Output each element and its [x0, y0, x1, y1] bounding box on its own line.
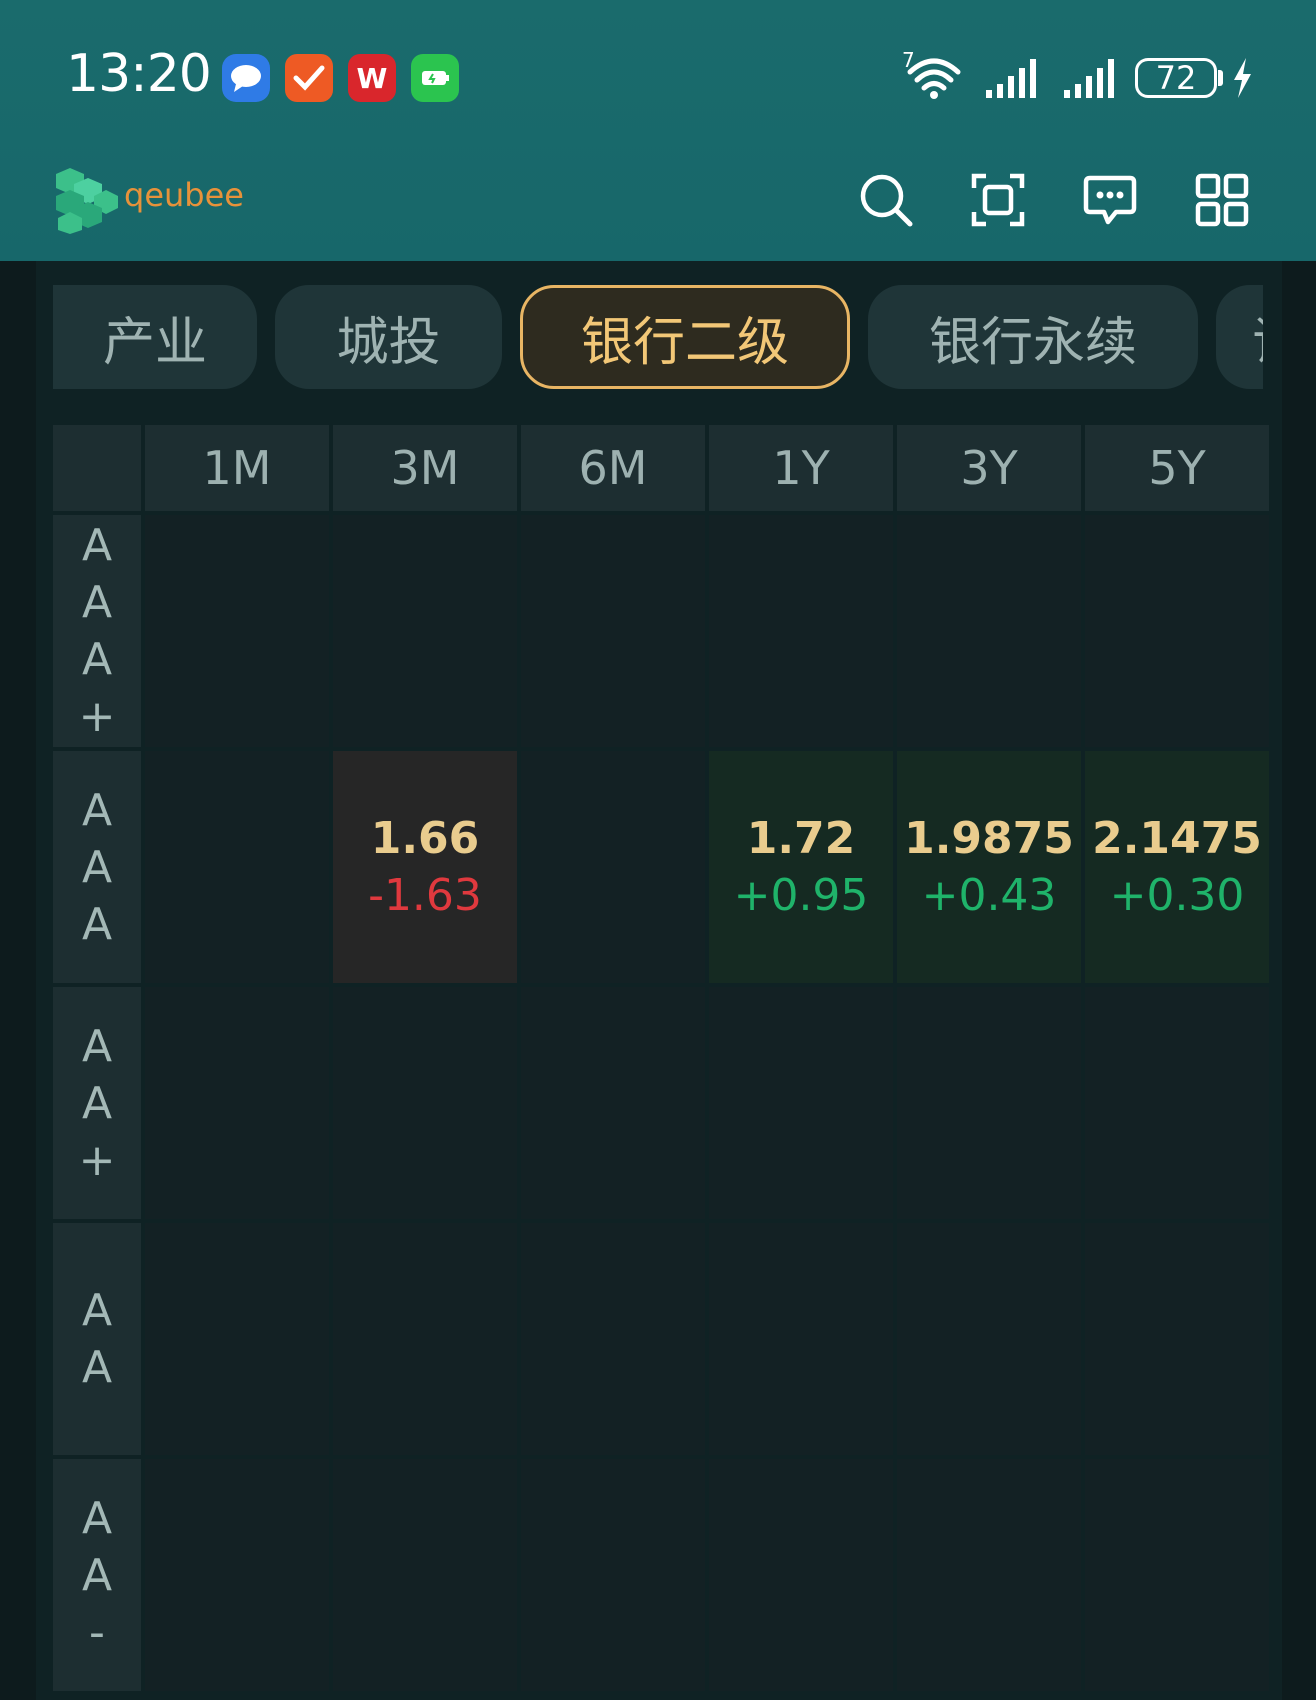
rating-char: A [81, 1285, 113, 1336]
logo-text: qeubee [124, 176, 244, 214]
table-cell[interactable] [1085, 987, 1269, 1219]
tab-yinhang-erji[interactable]: 银行二级 [520, 285, 850, 389]
row-header-rating[interactable]: AAA [53, 751, 141, 983]
table-cell[interactable]: 1.9875 +0.43 [897, 751, 1081, 983]
rating-char: A [81, 1077, 113, 1129]
row-header-rating[interactable]: AA [53, 1223, 141, 1455]
yield-value: 2.1475 [1092, 813, 1262, 864]
table-cell[interactable] [897, 1459, 1081, 1691]
rating-char: A [81, 1020, 113, 1072]
column-header-1y[interactable]: 1Y [709, 425, 893, 511]
search-icon[interactable] [858, 172, 914, 228]
row-header-rating[interactable]: AA- [53, 1459, 141, 1691]
battery-app-icon [411, 54, 459, 102]
column-header-1m[interactable]: 1M [145, 425, 329, 511]
table-cell[interactable] [521, 1459, 705, 1691]
column-header-label: 3M [390, 441, 460, 495]
table-cell[interactable]: 2.1475 +0.30 [1085, 751, 1269, 983]
task-check-icon [285, 54, 333, 102]
change-value: +0.95 [733, 870, 869, 921]
table-cell[interactable] [145, 1223, 329, 1455]
column-header-label: 1Y [772, 441, 830, 495]
message-icon [222, 54, 270, 102]
column-header-label: 6M [578, 441, 648, 495]
table-cell[interactable] [897, 987, 1081, 1219]
change-value: -1.63 [368, 870, 482, 921]
wps-icon: W [348, 54, 396, 102]
tab-chengtou[interactable]: 城投 [275, 285, 502, 389]
rating-char: - [89, 1606, 105, 1658]
yield-value: 1.72 [746, 813, 856, 864]
table-cell[interactable] [521, 987, 705, 1219]
table-cell[interactable] [333, 1223, 517, 1455]
scan-icon[interactable] [970, 172, 1026, 228]
table-cell[interactable] [897, 515, 1081, 747]
signal-icon-1 [984, 56, 1040, 104]
table-cell[interactable] [1085, 1459, 1269, 1691]
tab-partial[interactable]: 证 [1216, 285, 1263, 389]
yield-value: 1.9875 [904, 813, 1074, 864]
rating-char: A [81, 520, 113, 571]
tab-chanye[interactable]: 产业 [53, 285, 257, 389]
table-cell[interactable] [333, 1459, 517, 1691]
wifi-badge: 7 [902, 48, 915, 72]
column-header-3y[interactable]: 3Y [897, 425, 1081, 511]
rating-char: A [81, 634, 113, 685]
rating-char: A [81, 1492, 113, 1544]
rating-char: + [78, 691, 116, 742]
change-value: +0.30 [1109, 870, 1245, 921]
column-header-label: 5Y [1148, 441, 1206, 495]
table-cell[interactable] [145, 987, 329, 1219]
table-cell[interactable] [145, 751, 329, 983]
chat-icon[interactable] [1082, 172, 1138, 228]
table-cell[interactable] [145, 515, 329, 747]
table-cell[interactable] [333, 987, 517, 1219]
tab-yinhang-yongxu[interactable]: 银行永续 [868, 285, 1198, 389]
category-tabs: 产业 城投 银行二级 银行永续 证 [53, 285, 1263, 391]
rating-char: A [81, 1342, 113, 1393]
column-header-3m[interactable]: 3M [333, 425, 517, 511]
qeubee-logo-icon[interactable] [52, 166, 122, 238]
table-cell[interactable] [521, 751, 705, 983]
rating-char: A [81, 841, 113, 893]
table-cell[interactable] [709, 515, 893, 747]
grid-menu-icon[interactable] [1194, 172, 1250, 228]
table-cell[interactable] [145, 1459, 329, 1691]
battery-indicator: 72 [1135, 58, 1217, 98]
table-cell[interactable] [709, 1223, 893, 1455]
column-header-label: 3Y [960, 441, 1018, 495]
change-value: +0.43 [921, 870, 1057, 921]
table-cell[interactable] [897, 1223, 1081, 1455]
table-cell[interactable] [709, 1459, 893, 1691]
rating-char: + [78, 1134, 116, 1186]
table-cell[interactable] [333, 515, 517, 747]
column-header-label: 1M [202, 441, 272, 495]
rating-char: A [81, 577, 113, 628]
table-cell[interactable] [521, 1223, 705, 1455]
status-time: 13:20 [66, 44, 212, 104]
table-corner [53, 425, 141, 511]
rating-char: A [81, 898, 113, 950]
rating-char: A [81, 784, 113, 836]
table-cell[interactable] [521, 515, 705, 747]
yield-value: 1.66 [370, 813, 480, 864]
rating-char: A [81, 1549, 113, 1601]
charging-icon [1230, 56, 1254, 104]
row-header-rating[interactable]: A A + [53, 987, 141, 1219]
table-cell[interactable]: 1.72 +0.95 [709, 751, 893, 983]
column-header-6m[interactable]: 6M [521, 425, 705, 511]
table-cell[interactable]: 1.66 -1.63 [333, 751, 517, 983]
top-bar: 13:20 W 7 72 qeubee [0, 0, 1316, 261]
table-cell[interactable] [1085, 1223, 1269, 1455]
row-header-rating[interactable]: A A A + [53, 515, 141, 747]
column-header-5y[interactable]: 5Y [1085, 425, 1269, 511]
signal-icon-2 [1062, 56, 1118, 104]
table-cell[interactable] [1085, 515, 1269, 747]
table-cell[interactable] [709, 987, 893, 1219]
battery-tip [1218, 70, 1223, 86]
